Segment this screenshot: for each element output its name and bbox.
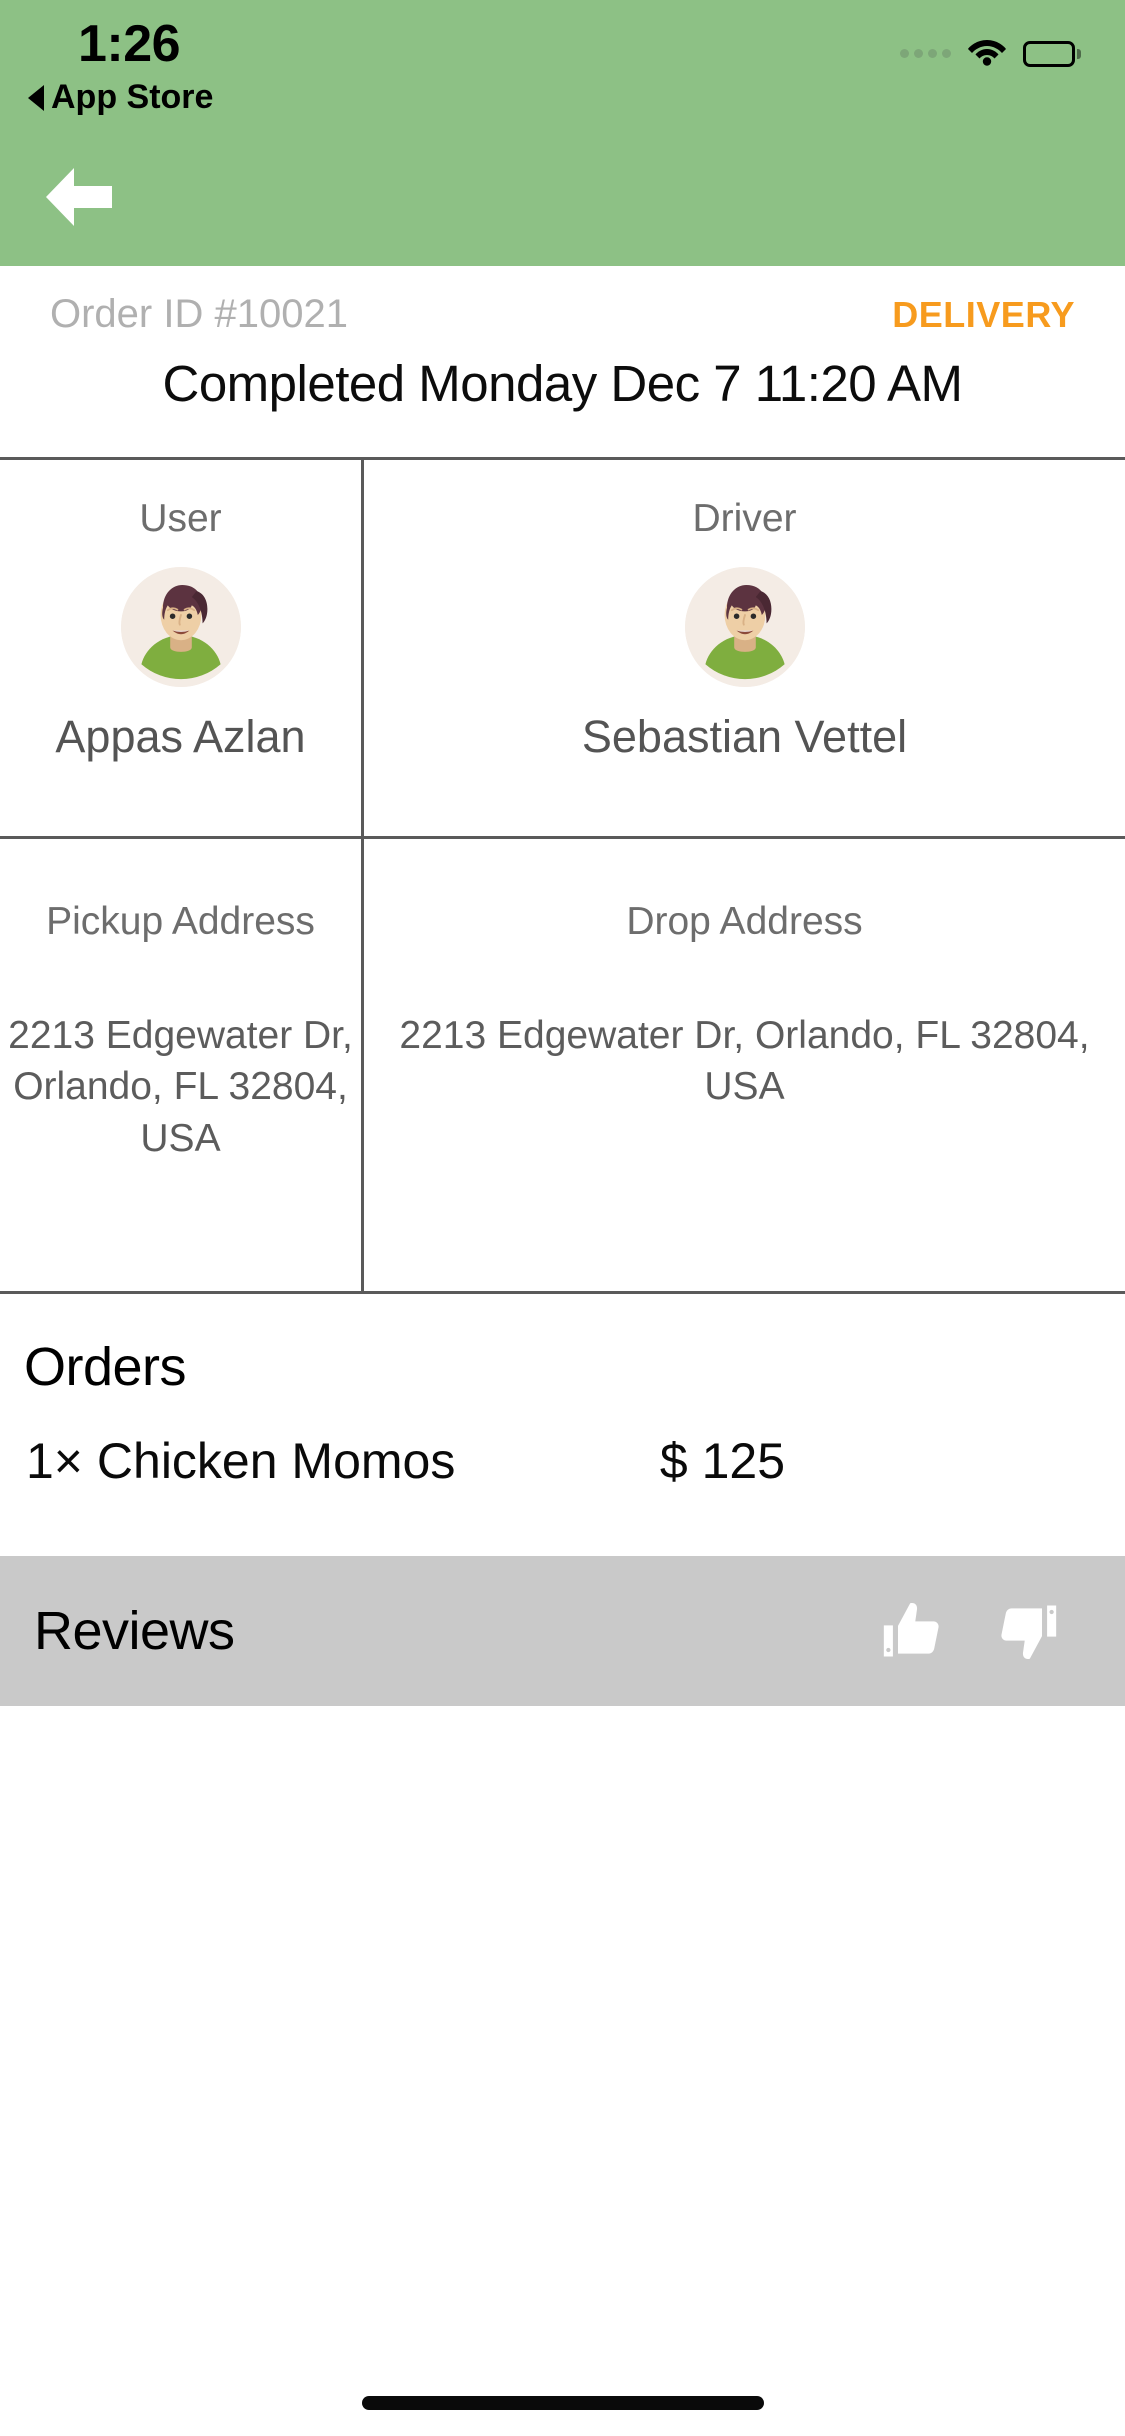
thumbs-up-icon [883,1602,939,1657]
app-header: 1:26 App Store [0,0,1125,266]
thumbs-up-button[interactable] [877,1593,953,1669]
pickup-address-value: 2213 Edgewater Dr, Orlando, FL 32804, US… [8,1014,353,1160]
app-screen: 1:26 App Store Order ID #10021 DELIVERY … [0,0,1125,2436]
orders-section-title: Orders [24,1337,187,1397]
driver-role-label: Driver [692,497,797,540]
divider-middle [0,836,1125,839]
reviews-section: Reviews [0,1556,1125,1706]
order-id-label: Order ID #10021 [50,292,348,336]
battery-icon [1023,40,1081,67]
order-type-badge: DELIVERY [892,294,1075,335]
user-name: Appas Azlan [55,711,306,762]
arrow-left-icon [46,168,112,226]
divider-bottom [0,1291,1125,1294]
reviews-section-title: Reviews [34,1601,235,1661]
order-item-row: 1× Chicken Momos $ 125 [0,1432,1125,1490]
drop-address-label: Drop Address [626,900,863,943]
order-meta-row: Order ID #10021 DELIVERY [0,292,1125,337]
pickup-address-label: Pickup Address [46,900,315,943]
breadcrumb-back-to-app-store[interactable]: App Store [28,78,213,117]
status-bar-indicators [900,36,1081,71]
drop-address-value: 2213 Edgewater Dr, Orlando, FL 32804, US… [399,1014,1090,1109]
drop-address-cell: Drop Address 2213 Edgewater Dr, Orlando,… [364,900,1125,1113]
thumbs-down-icon [1001,1605,1057,1660]
status-bar-time: 1:26 [78,15,181,73]
thumbs-down-button[interactable] [987,1593,1063,1669]
user-avatar [120,567,241,687]
signal-dots-icon [900,49,951,58]
back-button[interactable] [38,158,148,236]
person-avatar-icon [120,567,241,687]
driver-name: Sebastian Vettel [581,711,908,762]
reviews-actions [877,1593,1063,1669]
home-indicator[interactable] [361,2396,764,2410]
driver-cell: Driver Sebastian Vettel [364,497,1125,763]
user-role-label: User [139,497,222,540]
breadcrumb-label: App Store [51,78,214,116]
wifi-icon [967,36,1007,71]
triangle-left-icon [28,84,44,111]
order-item-name: 1× Chicken Momos [26,1433,456,1489]
person-avatar-icon [684,567,805,687]
pickup-address-cell: Pickup Address 2213 Edgewater Dr, Orland… [0,900,361,1164]
order-item-price: $ 125 [659,1433,785,1489]
order-summary: Order ID #10021 DELIVERY Completed Monda… [0,266,1125,456]
order-status-label: Completed Monday Dec 7 11:20 AM [162,355,963,412]
driver-avatar [684,567,805,687]
divider-top [0,457,1125,460]
status-bar: 1:26 App Store [0,0,1125,130]
user-cell: User Appas Azlan [0,497,361,763]
